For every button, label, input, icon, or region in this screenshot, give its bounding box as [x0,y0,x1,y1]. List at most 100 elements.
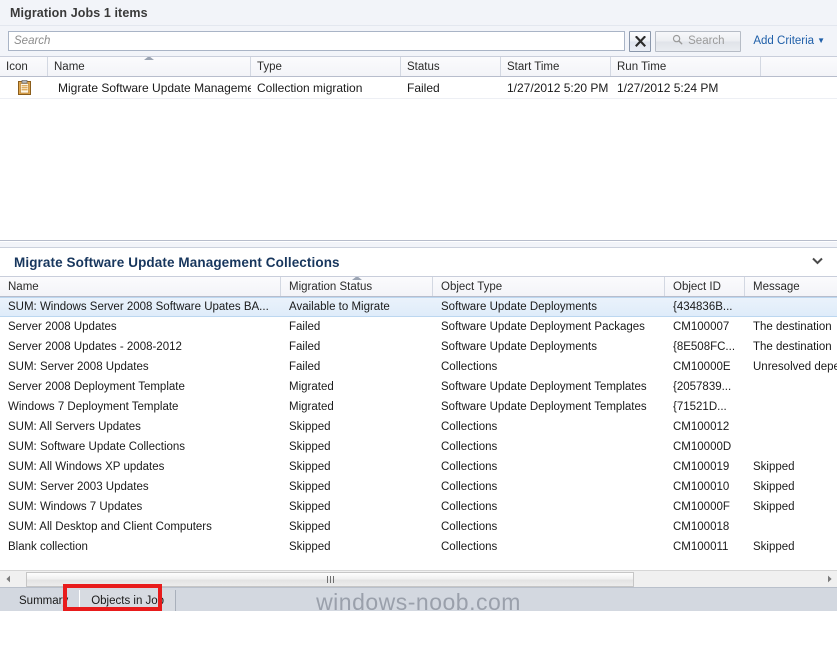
column-header-start-time[interactable]: Start Time [501,57,611,76]
cell-name: SUM: Software Update Collections [8,441,186,453]
cell-object-type: Collections [441,521,498,533]
cell-object-type: Collections [441,461,498,473]
tab-objects-in-job[interactable]: Objects in Job [79,590,177,611]
cell-object-type: Software Update Deployment Templates [441,401,647,413]
cell-name: SUM: All Desktop and Client Computers [8,521,212,533]
cell-status: Skipped [289,521,331,533]
cell-object-type: Collections [441,501,498,513]
search-button[interactable]: Search [655,30,742,52]
table-row[interactable]: SUM: All Desktop and Client Computers Sk… [0,517,837,537]
column-header-icon[interactable]: Icon [0,57,48,76]
tab-summary[interactable]: Summary [8,590,79,611]
sort-ascending-icon [351,277,362,280]
cell-status: Skipped [289,421,331,433]
clear-search-button[interactable] [629,30,652,52]
chevron-down-icon[interactable] [808,255,827,270]
table-row[interactable]: SUM: Windows 7 Updates Skipped Collectio… [0,497,837,517]
detail-panel-title: Migrate Software Update Management Colle… [14,254,340,270]
cell-object-type: Collections [441,361,498,373]
cell-message: Skipped [753,461,795,473]
jobs-grid-header: Icon Name Type Status Start Time Run Tim… [0,56,837,77]
column-header-label: Object ID [673,280,721,293]
cell-object-id: CM100019 [673,461,730,473]
search-button-label: Search [688,35,725,47]
clipboard-icon [17,79,31,95]
horizontal-scrollbar[interactable] [0,570,837,587]
column-header-spacer[interactable] [761,57,837,76]
column-header-label: Name [8,280,39,293]
column-header-label: Object Type [441,280,503,293]
add-criteria-button[interactable]: Add Criteria ▼ [745,35,829,47]
search-toolbar: Search Add Criteria▼ [0,26,837,56]
table-row[interactable]: Server 2008 Updates - 2008-2012 Failed S… [0,337,837,357]
cell-object-type: Software Update Deployments [441,341,597,353]
column-header-name[interactable]: Name [0,277,281,296]
cell-status: Skipped [289,481,331,493]
table-row[interactable]: SUM: Windows Server 2008 Software Upates… [0,297,837,317]
detail-panel-header: Migrate Software Update Management Colle… [0,248,837,276]
column-header-label: Message [753,280,800,293]
cell-status: Failed [289,341,321,353]
column-header-object-id[interactable]: Object ID [665,277,745,296]
detail-grid-header: Name Migration Status Object Type Object… [0,276,837,297]
cell-name: Server 2008 Deployment Template [8,381,185,393]
page-title: Migration Jobs 1 items [10,5,148,20]
cell-name: SUM: Windows 7 Updates [8,501,143,513]
table-row[interactable]: Server 2008 Deployment Template Migrated… [0,377,837,397]
column-header-type[interactable]: Type [251,57,401,76]
column-header-run-time[interactable]: Run Time [611,57,761,76]
table-row[interactable]: Server 2008 Updates Failed Software Upda… [0,317,837,337]
triangle-right-icon [826,572,833,586]
migration-jobs-window: Migration Jobs 1 items Search Add Criter… [0,0,837,647]
cell-status: Migrated [289,401,334,413]
cell-status: Skipped [289,501,331,513]
cell-name: SUM: Server 2003 Updates [8,481,149,493]
column-header-object-type[interactable]: Object Type [433,277,665,296]
cell-name: SUM: Server 2008 Updates [8,361,149,373]
cell-message: The destination [753,321,832,333]
scroll-left-button[interactable] [0,571,16,587]
cell-object-type: Collections [441,421,498,433]
column-header-label: Status [407,60,440,73]
cell-object-id: CM100011 [673,541,729,553]
cell-message: Skipped [753,541,795,553]
column-header-name[interactable]: Name [48,57,251,76]
column-header-label: Run Time [617,60,667,73]
table-row[interactable]: SUM: All Servers Updates Skipped Collect… [0,417,837,437]
detail-grid-body: SUM: Windows Server 2008 Software Upates… [0,297,837,570]
cell-object-id: CM100012 [673,421,730,433]
scrollbar-thumb[interactable] [26,571,634,587]
panel-splitter[interactable] [0,241,837,248]
table-row[interactable]: Migrate Software Update Manageme... Coll… [0,77,837,99]
chevron-down-icon: ▼ [817,36,825,46]
cell-name: SUM: All Servers Updates [8,421,141,433]
cell-name: Server 2008 Updates - 2008-2012 [8,341,182,353]
cell-name: Blank collection [8,541,88,553]
cell-status: Failed [289,361,321,373]
cell-name: SUM: Windows Server 2008 Software Upates… [8,301,269,313]
window-title-bar: Migration Jobs 1 items [0,0,837,26]
table-row[interactable]: Blank collection Skipped Collections CM1… [0,537,837,557]
table-row[interactable]: SUM: Server 2003 Updates Skipped Collect… [0,477,837,497]
cell-status: Available to Migrate [289,301,390,313]
table-row[interactable]: SUM: Server 2008 Updates Failed Collecti… [0,357,837,377]
scrollbar-track[interactable] [16,571,821,587]
search-input[interactable] [8,31,626,51]
column-header-label: Migration Status [289,280,373,293]
tab-label: Summary [19,594,69,607]
column-header-status[interactable]: Status [401,57,501,76]
table-row[interactable]: SUM: Software Update Collections Skipped… [0,437,837,457]
cell-name: SUM: All Windows XP updates [8,461,165,473]
table-row[interactable]: Windows 7 Deployment Template Migrated S… [0,397,837,417]
cell-status: Skipped [289,441,331,453]
table-row[interactable]: SUM: All Windows XP updates Skipped Coll… [0,457,837,477]
column-header-migration-status[interactable]: Migration Status [281,277,433,296]
cell-message: Skipped [753,481,795,493]
tab-label: Objects in Job [91,594,165,607]
cell-run-time: 1/27/2012 5:24 PM [617,80,719,95]
cell-name: Migrate Software Update Manageme... [58,80,251,95]
scroll-right-button[interactable] [821,571,837,587]
grip-icon [326,575,334,583]
column-header-message[interactable]: Message [745,277,837,296]
cell-status: Skipped [289,461,331,473]
